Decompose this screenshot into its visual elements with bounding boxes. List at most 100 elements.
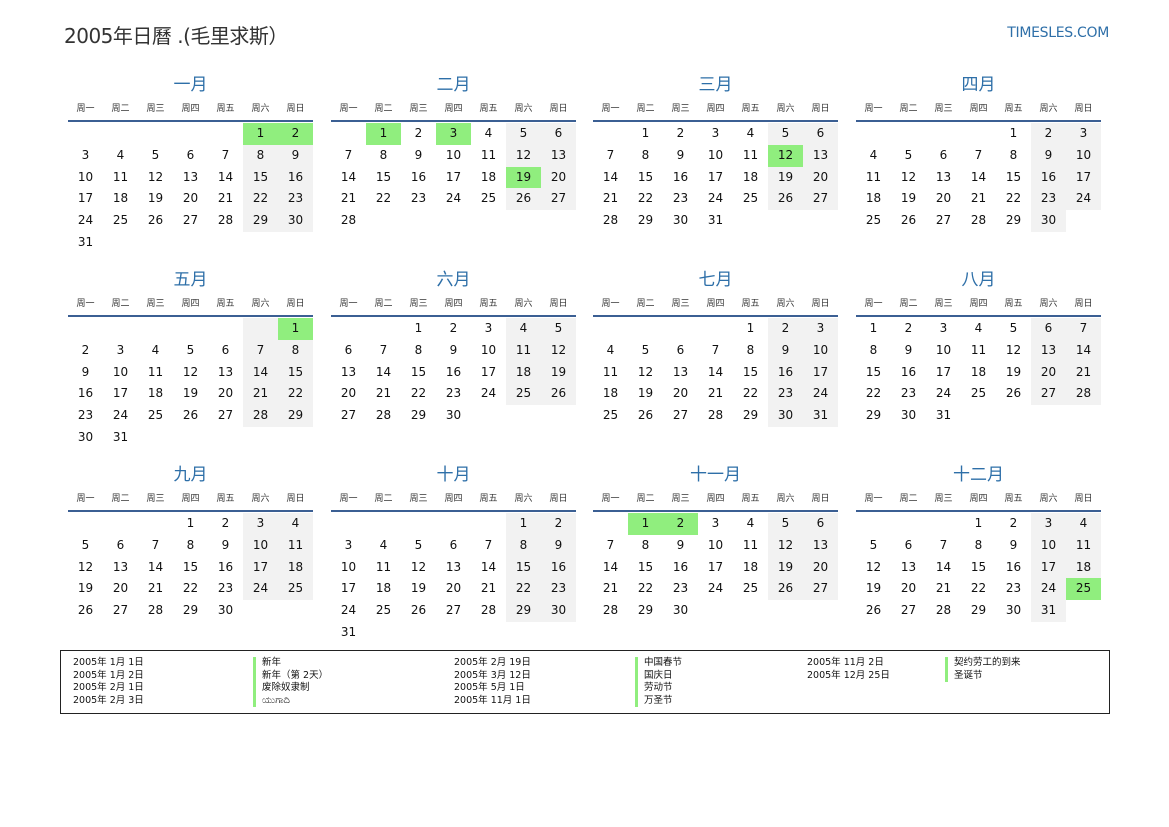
day-cell: 11	[278, 534, 313, 557]
day-cell: 3	[1031, 513, 1066, 535]
legend-holiday: 中国春节	[644, 657, 683, 668]
empty-cell	[173, 318, 208, 340]
empty-cell	[436, 622, 471, 644]
day-cell: 5	[904, 147, 913, 162]
weekday-label: 周五	[741, 299, 760, 309]
day-cell: 12	[768, 534, 803, 557]
weekday-label: 周三	[409, 104, 428, 114]
empty-cell	[698, 318, 733, 340]
empty-cell	[401, 210, 436, 232]
site-link[interactable]: TIMESLES.COM	[1007, 25, 1109, 41]
weekday-label: 周一	[601, 494, 620, 504]
day-cell: 21	[147, 581, 164, 596]
empty-cell	[436, 210, 471, 232]
day-cell: 2	[1009, 516, 1018, 530]
weekday-label: 周五	[1004, 104, 1023, 114]
weekday-label: 周日	[286, 494, 305, 504]
weekday-label: 周五	[216, 299, 235, 309]
weekday-label: 周一	[76, 299, 95, 309]
weekday-label: 周一	[76, 104, 95, 114]
day-cell: 1	[414, 321, 423, 335]
day-cell: 16	[445, 364, 462, 379]
weekday-label: 周日	[1074, 494, 1093, 504]
month-block: 一月 周一 周二 周三 周四 周五 周六 周日 1 2 3 4 5 6 7 8 9 10 11 12 13 14 15 16 1…	[68, 74, 313, 254]
weekday-header: 周一 周二 周三 周四 周五 周六 周日	[856, 295, 1101, 313]
day-grid: 1 2 3 4 5 6 7 8 9 10 11 12 13 14 15 16 17 18 19 20 21 22 23 24 2…	[856, 318, 1101, 427]
empty-cell	[366, 513, 401, 535]
weekday-header: 周一 周二 周三 周四 周五 周六 周日	[856, 490, 1101, 508]
day-cell: 8	[278, 339, 313, 362]
day-cell: 26	[637, 408, 654, 423]
day-cell: 15	[742, 364, 759, 379]
weekday-label: 周二	[374, 104, 393, 114]
day-cell: 15	[278, 361, 313, 384]
day-cell: 24	[112, 408, 129, 423]
day-cell: 24	[935, 386, 952, 401]
legend-col2-names: 中国春节 国庆日 劳动节 万圣节	[635, 657, 682, 707]
day-cell: 7	[151, 537, 160, 552]
day-cell: 30	[541, 600, 576, 622]
day-cell: 8	[746, 342, 755, 357]
day-cell: 22	[637, 581, 654, 596]
day-cell: 20	[182, 191, 199, 206]
day-cell: 15	[375, 169, 392, 184]
day-cell: 19	[77, 581, 94, 596]
day-cell: 19	[865, 581, 882, 596]
day-cell: 3	[81, 147, 90, 162]
empty-cell	[138, 318, 173, 340]
legend-col2-dates: 2005年 2月 19日 2005年 3月 12日 2005年 5月 1日 20…	[454, 657, 531, 707]
weekday-header: 周一 周二 周三 周四 周五 周六 周日	[593, 490, 838, 508]
weekday-header: 周一 周二 周三 周四 周五 周六 周日	[331, 100, 576, 118]
legend-holiday: 新年	[262, 657, 282, 668]
empty-cell	[208, 232, 243, 254]
day-cell: 26	[182, 408, 199, 423]
day-cell: 10	[935, 342, 952, 357]
month-block: 十一月 周一 周二 周三 周四 周五 周六 周日 1 2 3 4 5 6 7 8 9 10 11 12 13 14 15 16…	[593, 464, 838, 622]
day-cell: 4	[116, 147, 125, 162]
day-cell: 30	[900, 408, 917, 423]
day-cell: 1	[628, 513, 663, 535]
day-cell: 2	[768, 318, 803, 340]
day-cell: 26	[541, 383, 576, 406]
day-cell: 27	[803, 578, 838, 601]
day-cell: 25	[865, 213, 882, 228]
day-cell: 11	[865, 169, 882, 184]
day-cell: 5	[768, 513, 803, 535]
day-cell: 30	[278, 210, 313, 232]
day-cell: 14	[602, 169, 619, 184]
day-cell: 16	[768, 361, 803, 384]
day-cell: 27	[803, 188, 838, 211]
day-cell: 4	[278, 513, 313, 535]
day-cell: 20	[112, 581, 129, 596]
empty-cell	[698, 600, 733, 622]
weekday-label: 周二	[374, 299, 393, 309]
day-cell: 13	[340, 364, 357, 379]
day-cell: 7	[484, 537, 493, 552]
day-cell: 13	[112, 559, 129, 574]
legend-date: 2005年 11月 1日	[454, 694, 531, 706]
empty-cell	[436, 513, 471, 535]
day-cell: 16	[541, 556, 576, 579]
weekday-label: 周三	[671, 104, 690, 114]
day-cell: 26	[506, 188, 541, 211]
empty-cell	[331, 318, 366, 340]
day-cell: 14	[375, 364, 392, 379]
empty-cell	[243, 318, 278, 340]
day-cell: 1	[243, 123, 278, 145]
day-cell: 4	[151, 342, 160, 357]
day-cell: 22	[182, 581, 199, 596]
legend-date: 2005年 2月 19日	[454, 657, 531, 668]
day-cell: 16	[410, 169, 427, 184]
day-cell: 26	[900, 213, 917, 228]
header-rule	[593, 120, 838, 122]
day-cell: 21	[970, 191, 987, 206]
day-cell: 21	[707, 386, 724, 401]
day-cell: 28	[1066, 383, 1101, 406]
day-cell: 30	[1005, 603, 1022, 618]
day-cell: 15	[410, 364, 427, 379]
weekday-label: 周二	[636, 299, 655, 309]
day-cell: 11	[742, 147, 759, 162]
day-cell: 18	[506, 361, 541, 384]
day-cell: 6	[186, 147, 195, 162]
day-cell: 16	[217, 559, 234, 574]
